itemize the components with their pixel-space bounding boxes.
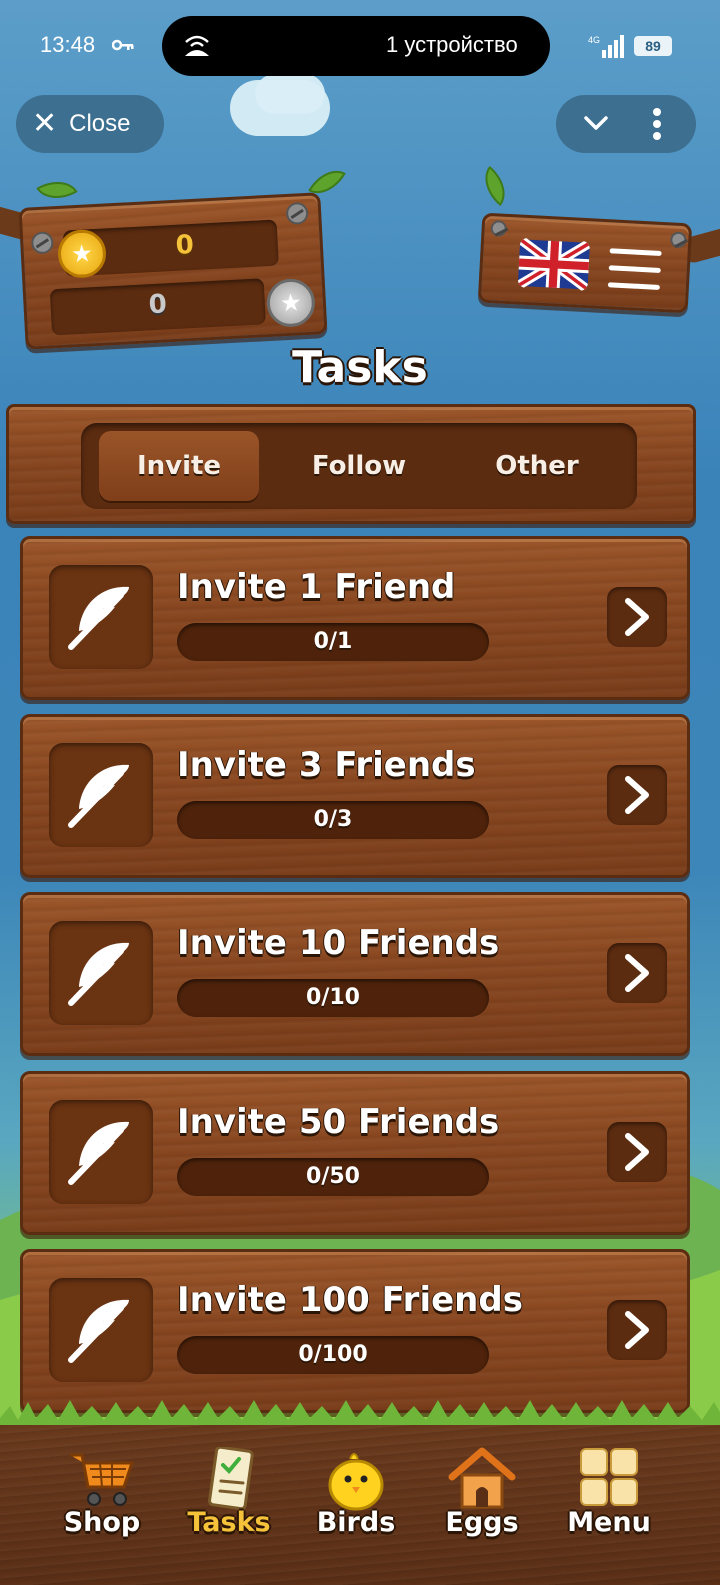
nav-birds[interactable]: Birds xyxy=(296,1447,416,1557)
task-card[interactable]: Invite 50 Friends 0/50 xyxy=(20,1071,690,1235)
chevron-right-icon xyxy=(620,1132,654,1172)
feather-icon xyxy=(63,579,139,655)
silver-balance-slot: 0 xyxy=(49,278,266,336)
screw-decoration xyxy=(285,201,309,225)
task-go-button[interactable] xyxy=(607,765,667,825)
nav-tasks-label: Tasks xyxy=(187,1507,271,1538)
tab-other[interactable]: Other xyxy=(457,431,617,501)
task-title: Invite 100 Friends xyxy=(177,1280,523,1320)
nav-eggs[interactable]: Eggs xyxy=(422,1447,542,1557)
nav-shop-label: Shop xyxy=(63,1507,141,1538)
nav-menu[interactable]: Menu xyxy=(549,1447,669,1557)
task-title: Invite 1 Friend xyxy=(177,567,456,607)
feather-icon xyxy=(63,757,139,833)
key-icon xyxy=(111,36,134,57)
task-go-button[interactable] xyxy=(607,1122,667,1182)
house-icon xyxy=(448,1447,516,1509)
feather-icon xyxy=(63,1292,139,1368)
screw-decoration xyxy=(30,231,54,255)
chevron-right-icon xyxy=(620,1310,654,1350)
gold-balance-value: 0 xyxy=(174,229,195,261)
task-title: Invite 10 Friends xyxy=(177,923,500,963)
feather-icon xyxy=(63,1114,139,1190)
more-options-icon[interactable] xyxy=(652,107,662,141)
language-board xyxy=(477,212,693,314)
nav-tasks[interactable]: Tasks xyxy=(169,1447,289,1557)
tab-bar: Invite Follow Other xyxy=(81,423,637,509)
hamburger-menu-icon[interactable] xyxy=(607,248,662,291)
page-title: Tasks xyxy=(292,342,428,393)
task-icon-box xyxy=(49,921,153,1025)
nav-shop[interactable]: Shop xyxy=(42,1447,162,1557)
task-icon-box xyxy=(49,743,153,847)
tabs-board: Invite Follow Other xyxy=(6,404,696,524)
silver-star-coin-icon: ★ xyxy=(265,277,317,329)
grid-icon xyxy=(580,1448,638,1506)
task-title: Invite 3 Friends xyxy=(177,745,476,785)
svg-text:4G: 4G xyxy=(588,35,600,45)
task-progress: 0/1 xyxy=(177,623,489,661)
chevron-right-icon xyxy=(620,597,654,637)
hotspot-icon xyxy=(185,35,209,56)
leaf-decoration xyxy=(36,171,78,209)
battery-indicator: 89 xyxy=(634,36,672,56)
task-card[interactable]: Invite 3 Friends 0/3 xyxy=(20,714,690,878)
bottom-navigation: Shop Tasks Birds Eggs Menu xyxy=(0,1425,720,1585)
webapp-menu-button[interactable] xyxy=(556,95,696,153)
uk-flag-icon[interactable] xyxy=(517,237,591,292)
signal-icon: 4G xyxy=(588,35,624,58)
screw-decoration xyxy=(490,220,508,237)
nav-birds-label: Birds xyxy=(316,1507,396,1538)
task-icon-box xyxy=(49,565,153,669)
task-go-button[interactable] xyxy=(607,587,667,647)
screw-decoration xyxy=(669,231,687,249)
hotspot-devices-text: 1 устройство xyxy=(386,32,518,57)
task-progress: 0/100 xyxy=(177,1336,489,1374)
chevron-down-icon[interactable] xyxy=(582,109,610,137)
status-bar: 13:48 1 устройство 4G 89 xyxy=(0,0,720,90)
task-card[interactable]: Invite 100 Friends 0/100 xyxy=(20,1249,690,1413)
silver-balance-value: 0 xyxy=(147,289,168,321)
feather-icon xyxy=(63,935,139,1011)
leaf-decoration xyxy=(474,165,516,207)
close-label: Close xyxy=(69,110,131,137)
tab-invite[interactable]: Invite xyxy=(99,431,259,501)
currency-board: 0 0 ★ ★ xyxy=(18,192,328,350)
task-progress: 0/50 xyxy=(177,1158,489,1196)
task-card[interactable]: Invite 1 Friend 0/1 xyxy=(20,536,690,700)
close-button[interactable]: ✕ Close xyxy=(16,95,164,153)
task-icon-box xyxy=(49,1278,153,1382)
task-go-button[interactable] xyxy=(607,1300,667,1360)
status-time: 13:48 xyxy=(40,32,96,57)
task-icon-box xyxy=(49,1100,153,1204)
chevron-right-icon xyxy=(620,775,654,815)
task-title: Invite 50 Friends xyxy=(177,1102,500,1142)
nav-eggs-label: Eggs xyxy=(445,1507,519,1538)
nav-menu-label: Menu xyxy=(567,1507,651,1538)
tab-follow[interactable]: Follow xyxy=(279,431,439,501)
cart-icon xyxy=(70,1453,135,1506)
task-progress: 0/10 xyxy=(177,979,489,1017)
tasks-clipboard-icon xyxy=(208,1447,254,1511)
close-icon: ✕ xyxy=(32,107,58,140)
chevron-right-icon xyxy=(620,953,654,993)
task-go-button[interactable] xyxy=(607,943,667,1003)
chick-icon xyxy=(328,1453,384,1511)
task-card[interactable]: Invite 10 Friends 0/10 xyxy=(20,892,690,1056)
task-progress: 0/3 xyxy=(177,801,489,839)
